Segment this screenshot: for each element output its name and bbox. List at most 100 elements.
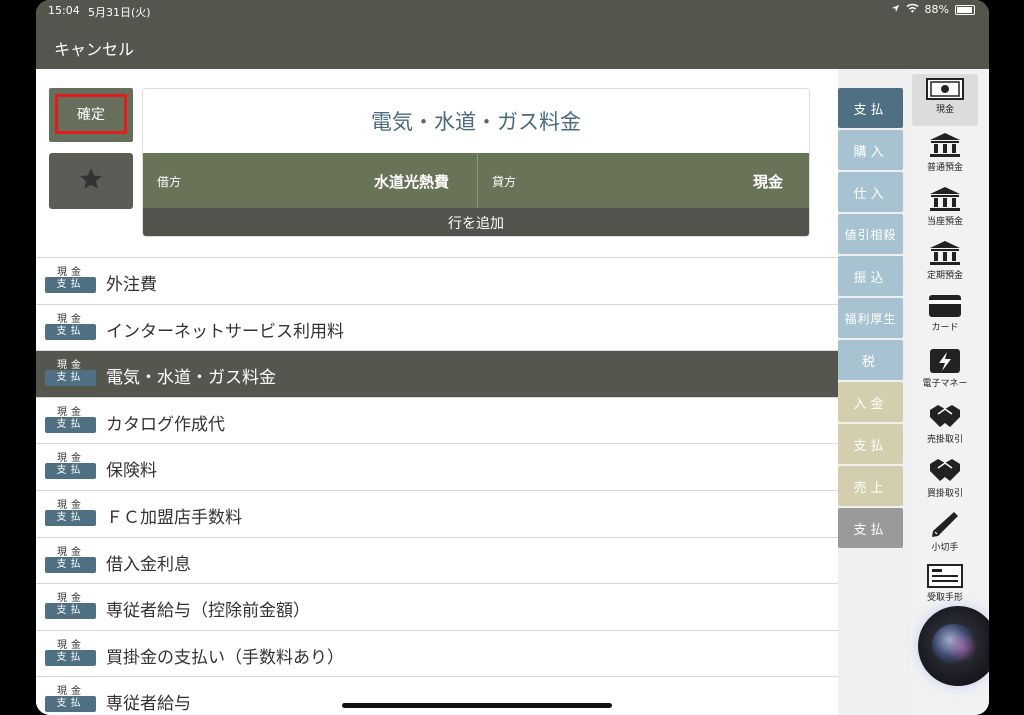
bank-icon — [912, 132, 978, 158]
category-tag: 支払 — [45, 603, 96, 620]
category-tag: 支払 — [45, 463, 96, 480]
credit-cell[interactable]: 貸方 現金 — [477, 153, 809, 208]
item-name: 専従者給与 — [106, 694, 191, 715]
category-tag: 支払 — [45, 649, 96, 666]
method-tag: 現金 — [57, 593, 85, 605]
category-column: 支払 購入 仕入 値引相殺 振込 福利厚生税入金 支払 売上 支払 — [838, 69, 910, 715]
item-name: 買掛金の支払い（手数料あり） — [106, 647, 344, 668]
category-tag: 支払 — [45, 416, 96, 433]
cancel-button[interactable]: キャンセル — [54, 36, 134, 60]
home-indicator[interactable] — [342, 703, 612, 708]
entry-title: 電気・水道・ガス料金 — [371, 110, 581, 134]
payment-method-label: カード — [931, 323, 959, 333]
bill-icon — [912, 564, 978, 588]
app-screen: 15:04 5月31日(火) 88% キャンセル 確定 電気・水道・ガス料金 借… — [36, 0, 989, 715]
category-button[interactable]: 値引相殺 — [838, 214, 903, 254]
category-button[interactable]: 福利厚生 — [838, 298, 903, 338]
battery-icon — [955, 4, 975, 15]
category-button[interactable]: 振込 — [838, 256, 903, 296]
payment-method-label: 当座預金 — [926, 217, 963, 227]
status-date: 5月31日(火) — [88, 6, 151, 19]
payment-method-label: 受取手形 — [926, 593, 963, 603]
payment-method-label: 売掛取引 — [926, 435, 963, 445]
credit-value: 現金 — [752, 173, 783, 191]
item-name: インターネットサービス利用料 — [106, 321, 344, 342]
card-icon — [912, 294, 978, 318]
category-tag: 支払 — [45, 556, 96, 573]
category-tag: 支払 — [45, 277, 96, 293]
item-name: 外注費 — [106, 275, 157, 295]
payment-method-button[interactable]: 電子マネー — [912, 344, 978, 396]
confirm-button[interactable]: 確定 — [49, 88, 133, 142]
method-tag: 現金 — [57, 686, 85, 698]
category-button[interactable]: 支払 — [838, 508, 903, 548]
list-item[interactable]: 現金 支払 ＦＣ加盟店手数料 — [36, 489, 838, 537]
battery-percent: 88% — [924, 3, 949, 16]
payment-method-label: 定期預金 — [926, 271, 963, 281]
payment-method-button[interactable]: 買掛取引 — [912, 452, 978, 504]
category-button[interactable]: 税 — [838, 340, 903, 380]
payment-method-button[interactable]: 普通預金 — [912, 128, 978, 180]
item-name: 保険料 — [106, 461, 157, 482]
item-name: 電気・水道・ガス料金 — [106, 368, 276, 389]
list-item[interactable]: 現金 支払 インターネットサービス利用料 — [36, 303, 838, 351]
method-tag: 現金 — [57, 453, 85, 465]
siri-orb — [918, 606, 989, 686]
template-list: 現金 支払 外注費 現金 支払 インターネットサービス利用料 現金 支払 電気・水道・ガス料金現… — [36, 257, 838, 715]
wifi-icon — [905, 3, 919, 16]
category-button[interactable]: 売上 — [838, 466, 903, 506]
category-button[interactable]: 仕入 — [838, 172, 903, 212]
payment-method-button[interactable]: 当座預金 — [912, 182, 978, 234]
credit-label: 貸方 — [492, 175, 517, 189]
bank-icon — [912, 186, 978, 212]
method-tag: 現金 — [57, 267, 85, 278]
payment-method-button[interactable]: 定期預金 — [912, 236, 978, 288]
list-item[interactable]: 現金 支払 カタログ作成代 — [36, 396, 838, 444]
category-button[interactable]: 入金 — [838, 382, 903, 422]
list-item[interactable]: 現金 支払 外注費 — [36, 257, 838, 304]
status-time: 15:04 — [48, 4, 80, 17]
payment-method-label: 普通預金 — [926, 163, 963, 173]
list-item[interactable]: 現金 支払 専従者給与 — [36, 676, 838, 715]
payment-method-button[interactable]: 現金 — [912, 74, 978, 126]
debit-value: 水道光熱費 — [373, 173, 449, 191]
payment-method-button[interactable]: カード — [912, 290, 978, 342]
location-icon — [891, 3, 900, 16]
add-row-button[interactable]: 行を追加 — [143, 208, 809, 236]
debit-label: 借方 — [157, 175, 182, 189]
handshake-icon — [912, 402, 978, 430]
category-tag: 支払 — [45, 323, 96, 340]
payment-method-button[interactable]: 小切手 — [912, 506, 978, 558]
payment-method-button[interactable]: 受取手形 — [912, 560, 978, 612]
category-button[interactable]: 支払 — [838, 88, 903, 128]
item-name: カタログ作成代 — [106, 414, 225, 435]
payment-method-button[interactable]: 売掛取引 — [912, 398, 978, 450]
list-item[interactable]: 現金 支払 保険料 — [36, 443, 838, 490]
item-name: 借入金利息 — [106, 554, 191, 575]
method-tag: 現金 — [57, 499, 85, 511]
main-panel: 確定 電気・水道・ガス料金 借方 水道光熱費 貸方 現金 行を追加 現金 支払 外注… — [36, 69, 838, 715]
category-tag: 支払 — [45, 696, 96, 713]
method-tag: 現金 — [57, 360, 85, 372]
entry-row[interactable]: 借方 水道光熱費 貸方 現金 — [143, 153, 809, 208]
method-tag: 現金 — [57, 406, 85, 418]
emoney-icon — [912, 348, 978, 374]
method-tag: 現金 — [57, 639, 85, 651]
category-button[interactable]: 購入 — [838, 130, 903, 170]
payment-method-label: 電子マネー — [922, 379, 968, 389]
list-item[interactable]: 現金 支払 専従者給与（控除前金額） — [36, 583, 838, 630]
category-button[interactable]: 支払 — [838, 424, 903, 464]
payment-method-label: 買掛取引 — [926, 489, 963, 499]
category-tag: 支払 — [45, 509, 96, 526]
list-item[interactable]: 現金 支払 借入金利息 — [36, 536, 838, 584]
journal-entry-card: 電気・水道・ガス料金 借方 水道光熱費 貸方 現金 行を追加 — [142, 88, 810, 237]
method-tag: 現金 — [57, 546, 85, 558]
pen-icon — [912, 510, 978, 538]
bank-icon — [912, 240, 978, 266]
cash-icon — [912, 78, 978, 100]
payment-method-label: 小切手 — [931, 543, 959, 553]
list-item[interactable]: 現金 支払 電気・水道・ガス料金 — [36, 350, 838, 397]
favorite-button[interactable] — [49, 153, 133, 209]
list-item[interactable]: 現金 支払 買掛金の支払い（手数料あり） — [36, 629, 838, 677]
debit-cell[interactable]: 借方 水道光熱費 — [143, 153, 477, 208]
